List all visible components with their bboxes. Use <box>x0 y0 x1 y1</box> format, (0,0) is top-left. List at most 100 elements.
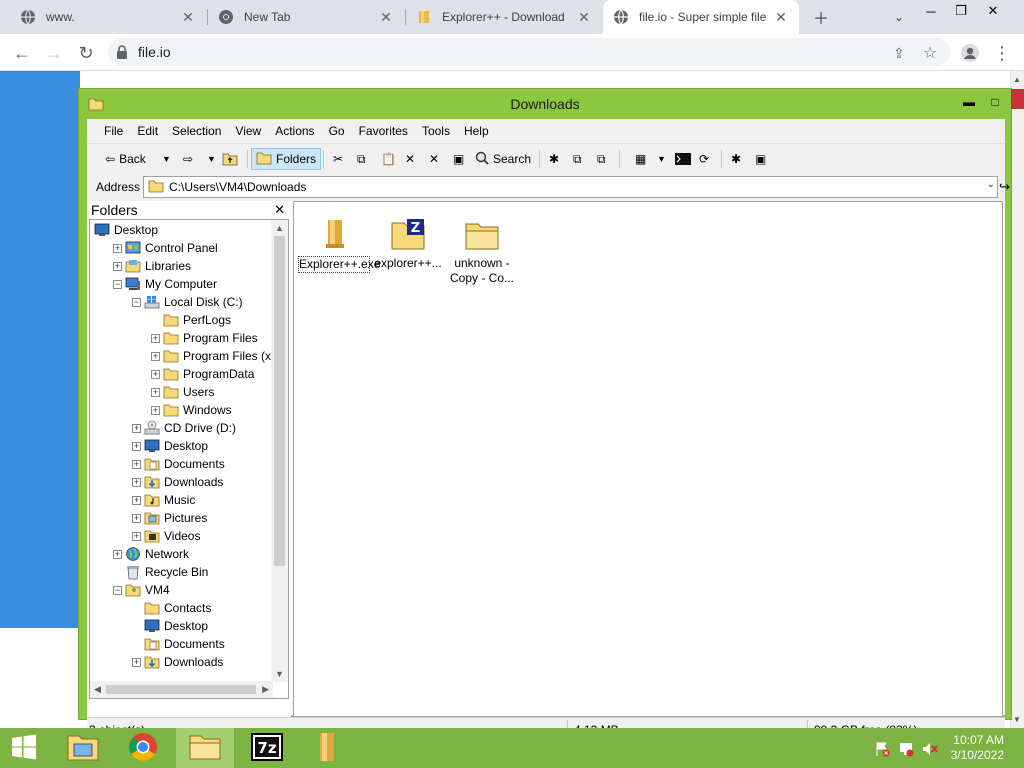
expand-icon[interactable]: + <box>132 657 141 667</box>
scrollbar-thumb[interactable] <box>274 236 285 566</box>
network-icon[interactable] <box>898 741 914 760</box>
tree-item[interactable]: − Local Disk (C:) <box>132 293 243 311</box>
views-dropdown-icon[interactable]: ▼ <box>657 148 666 170</box>
move-to-folder-icon[interactable]: ⧉ <box>597 148 606 170</box>
menu-edit[interactable]: Edit <box>130 119 165 143</box>
browser-tab[interactable]: www. ✕ <box>10 0 206 34</box>
browser-tab[interactable]: New Tab ✕ <box>208 0 404 34</box>
add-bookmark-icon[interactable]: ✱ <box>731 148 741 170</box>
scroll-up-icon[interactable]: ▲ <box>1013 75 1021 84</box>
tree-item[interactable]: − VM4 <box>113 581 170 599</box>
organize-bookmarks-icon[interactable]: ▣ <box>755 148 766 170</box>
tree-item[interactable]: + Windows <box>151 401 232 419</box>
browser-tab[interactable]: Explorer++ - Download ✕ <box>406 0 602 34</box>
address-bar[interactable]: file.io <box>108 38 950 66</box>
collapse-icon[interactable]: − <box>132 297 141 307</box>
minimize-icon[interactable]: ─ <box>916 0 946 22</box>
close-tab-icon[interactable]: ✕ <box>378 9 394 26</box>
tree-item[interactable]: Desktop <box>132 617 208 635</box>
scroll-up-icon[interactable]: ▲ <box>275 223 284 233</box>
up-folder-icon[interactable] <box>222 148 238 170</box>
expand-icon[interactable]: + <box>132 495 141 505</box>
menu-go[interactable]: Go <box>322 119 352 143</box>
back-arrow-icon[interactable]: ← <box>8 39 36 67</box>
file-item[interactable]: unknown - Copy - Co... <box>446 202 518 286</box>
expand-icon[interactable]: + <box>151 333 160 343</box>
expand-icon[interactable]: + <box>132 441 141 451</box>
scroll-down-icon[interactable]: ▼ <box>275 669 284 679</box>
expand-icon[interactable]: + <box>151 369 160 379</box>
tree-vertical-scrollbar[interactable]: ▲ ▼ <box>271 220 288 682</box>
expand-icon[interactable]: + <box>132 477 141 487</box>
go-arrow-icon[interactable]: ↪ <box>999 179 1010 195</box>
delete-icon[interactable]: ✕ <box>429 148 439 170</box>
expand-icon[interactable]: + <box>113 261 122 271</box>
tree-item[interactable]: + Videos <box>132 527 200 545</box>
file-item[interactable]: Z explorer++... <box>372 202 444 271</box>
forward-arrow-icon[interactable]: → <box>40 39 68 67</box>
search-button[interactable]: Search <box>475 148 531 170</box>
tree-item[interactable]: + Control Panel <box>113 239 218 257</box>
close-window-button[interactable] <box>1011 89 1024 109</box>
new-tab-button[interactable]: ＋ <box>807 4 835 30</box>
cut-icon[interactable]: ✂ <box>333 148 343 170</box>
scrollbar-thumb[interactable] <box>106 685 256 694</box>
tree-item[interactable]: + Users <box>151 383 214 401</box>
tree-horizontal-scrollbar[interactable]: ◀ ▶ <box>90 681 273 698</box>
address-dropdown-icon[interactable]: ⌄ <box>987 179 995 190</box>
share-icon[interactable]: ⇪ <box>885 39 913 67</box>
tree-item[interactable]: + Libraries <box>113 257 191 275</box>
menu-tools[interactable]: Tools <box>415 119 457 143</box>
folder-tree[interactable]: Desktop + Control Panel + Libraries − My Compu… <box>89 219 289 699</box>
properties-icon[interactable]: ▣ <box>453 148 464 170</box>
tree-item[interactable]: Documents <box>132 635 225 653</box>
tree-item[interactable]: + Program Files <box>151 329 258 347</box>
reload-icon[interactable]: ↻ <box>72 39 100 67</box>
file-item[interactable]: Explorer++.exe <box>298 202 380 273</box>
tree-item[interactable]: + Pictures <box>132 509 207 527</box>
browser-tab-active[interactable]: file.io - Super simple file ✕ <box>603 0 799 34</box>
paste-icon[interactable]: 📋 <box>381 148 396 170</box>
tree-item[interactable]: + Downloads <box>132 653 223 671</box>
expand-icon[interactable]: + <box>151 405 160 415</box>
volume-muted-icon[interactable] <box>922 741 938 760</box>
restore-icon[interactable]: ❐ <box>946 0 976 22</box>
tree-item[interactable]: + Downloads <box>132 473 223 491</box>
tree-item[interactable]: + CD Drive (D:) <box>132 419 236 437</box>
expand-icon[interactable]: + <box>132 513 141 523</box>
taskbar-explorer-exe[interactable] <box>298 728 356 768</box>
action-center-flag-icon[interactable] <box>874 741 890 760</box>
bookmark-star-icon[interactable]: ☆ <box>916 39 944 67</box>
close-tab-icon[interactable]: ✕ <box>576 9 592 26</box>
expand-icon[interactable]: + <box>132 531 141 541</box>
expand-icon[interactable]: + <box>113 243 122 253</box>
expand-icon[interactable]: + <box>132 423 141 433</box>
close-window-icon[interactable]: ✕ <box>978 0 1008 22</box>
profile-avatar-icon[interactable] <box>956 39 984 67</box>
menu-kebab-icon[interactable]: ⋮ <box>988 39 1016 67</box>
start-button[interactable] <box>0 728 48 768</box>
menu-actions[interactable]: Actions <box>268 119 321 143</box>
expand-icon[interactable]: + <box>132 459 141 469</box>
expand-icon[interactable]: + <box>151 387 160 397</box>
menu-file[interactable]: File <box>97 119 130 143</box>
maximize-icon[interactable]: □ <box>983 91 1007 113</box>
scroll-right-icon[interactable]: ▶ <box>262 684 269 695</box>
taskbar-file-explorer[interactable] <box>54 728 112 768</box>
menu-view[interactable]: View <box>228 119 268 143</box>
menu-favorites[interactable]: Favorites <box>352 119 415 143</box>
minimize-icon[interactable]: ▬ <box>957 91 981 113</box>
scroll-left-icon[interactable]: ◀ <box>94 684 101 695</box>
taskbar-explorer-plus[interactable] <box>176 728 234 768</box>
tree-item[interactable]: PerfLogs <box>151 311 231 329</box>
page-scrollbar[interactable]: ▲ ▼ <box>1010 71 1024 728</box>
scroll-down-icon[interactable]: ▼ <box>1013 715 1021 724</box>
expand-icon[interactable]: + <box>113 549 122 559</box>
collapse-icon[interactable]: − <box>113 279 122 289</box>
move-to-icon[interactable]: ✕ <box>405 148 415 170</box>
menu-selection[interactable]: Selection <box>165 119 228 143</box>
copy-to-icon[interactable]: ⧉ <box>573 148 582 170</box>
collapse-icon[interactable]: − <box>113 585 122 595</box>
tree-item[interactable]: + Network <box>113 545 189 563</box>
close-pane-icon[interactable]: ✕ <box>274 201 285 219</box>
